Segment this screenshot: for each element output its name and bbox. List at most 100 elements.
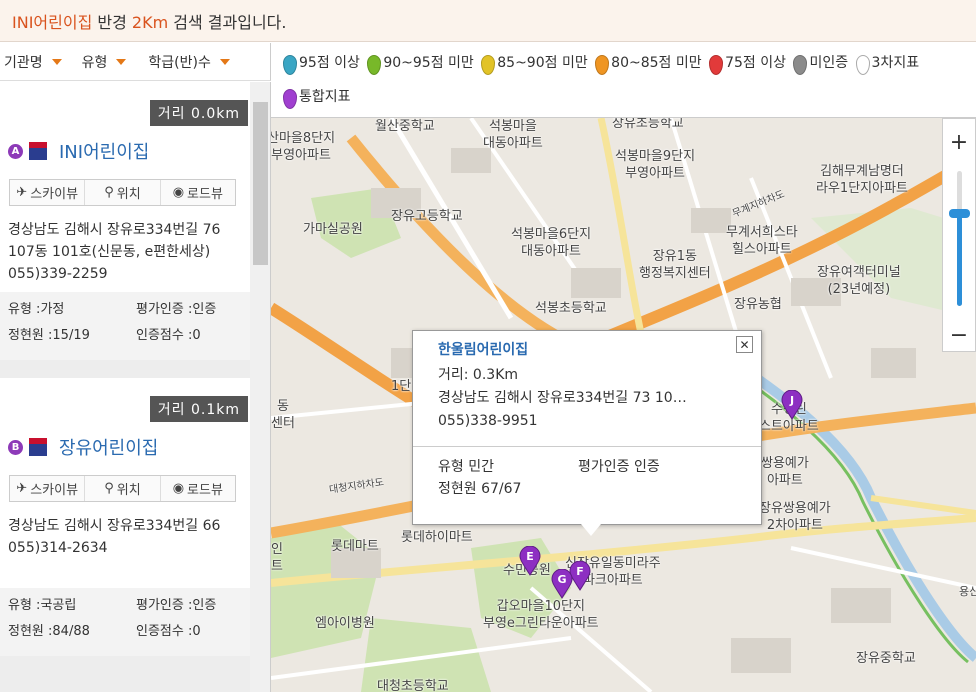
map-label: 가마실공원 <box>303 222 363 237</box>
roadview-label: 로드뷰 <box>187 187 223 202</box>
sort-by-classes-label: 학급(반)수 <box>148 54 211 71</box>
distance-badge: 거리 0.1km <box>149 396 248 422</box>
zoom-in-button[interactable]: + <box>943 126 975 158</box>
popup-tail <box>581 524 601 536</box>
close-icon[interactable]: ✕ <box>736 336 753 353</box>
popup-capacity: 정현원 67/67 <box>438 481 522 497</box>
phone-text: 055)339-2259 <box>8 266 108 282</box>
results-list: 거리 0.0km A INI어린이집 ✈ 스카이뷰 ⚲ 위치 ◉ 로드뷰 경상남도 김… <box>0 82 250 692</box>
map-marker-e[interactable]: E <box>519 546 541 576</box>
caret-down-icon <box>51 58 62 65</box>
white-pin-icon <box>855 55 870 75</box>
legend-label: 3차지표 <box>871 55 920 71</box>
cert-field: 평가인증 :인증 <box>136 596 246 622</box>
sort-bar: 기관명 유형 학급(반)수 <box>0 43 271 81</box>
zoom-slider-handle[interactable] <box>949 209 970 218</box>
public-emblem-icon <box>29 142 47 160</box>
red-pin-icon <box>709 55 724 75</box>
map-label: 석봉초등학교 <box>535 301 607 316</box>
type-label: 유형 : <box>8 302 41 317</box>
location-label: 위치 <box>116 187 141 202</box>
score-label: 인증점수 : <box>136 328 193 343</box>
score-value: 0 <box>192 328 201 343</box>
map-label: 갑오마을10단지 부영e그린타운아파트 <box>483 599 599 631</box>
legend-integrated: 통합지표 <box>283 83 351 111</box>
legend-90-95: 90~95점 미만 <box>367 49 474 77</box>
map-label: 롯데마트 <box>331 539 379 554</box>
search-result-header: INI어린이집 반경 2Km 검색 결과입니다. <box>0 0 976 42</box>
daycare-name-link[interactable]: INI어린이집 <box>59 138 149 164</box>
header-text-rest: 검색 결과입니다. <box>168 13 287 32</box>
map-label: 장유농협 <box>734 297 782 312</box>
popup-title[interactable]: 한울림어린이집 <box>438 339 761 362</box>
result-card: 거리 0.0km A INI어린이집 ✈ 스카이뷰 ⚲ 위치 ◉ 로드뷰 경상남도 김… <box>0 82 250 360</box>
green-pin-icon <box>367 55 382 75</box>
popup-phone: 055)338-9951 <box>438 413 538 429</box>
map-label: 장유1동 행정복지센터 <box>639 249 711 281</box>
location-label: 위치 <box>116 483 141 498</box>
capacity-label: 정현원 : <box>8 328 53 343</box>
popup-cert: 평가인증 인증 <box>578 459 660 475</box>
skyview-label: 스카이뷰 <box>30 187 79 202</box>
skyview-button[interactable]: ✈ 스카이뷰 <box>10 180 86 205</box>
map-label: 산마을8단지 부영아파트 <box>271 131 336 163</box>
type-value: 국공립 <box>40 598 77 613</box>
map-marker-g[interactable]: G <box>551 569 573 599</box>
cert-value: 인증 <box>192 302 217 317</box>
zoom-control: + − <box>942 118 976 352</box>
legend-label: 85~90점 미만 <box>497 55 588 71</box>
legend-85-90: 85~90점 미만 <box>481 49 588 77</box>
legend-label: 80~85점 미만 <box>611 55 702 71</box>
skyview-label: 스카이뷰 <box>30 483 79 498</box>
legend-75-plus: 75점 이상 <box>709 49 786 77</box>
location-button[interactable]: ⚲ 위치 <box>85 476 161 501</box>
map-label: 장유초등학교 <box>612 118 684 131</box>
score-field: 인증점수 :0 <box>136 622 246 648</box>
score-label: 인증점수 : <box>136 624 193 639</box>
map-marker-j[interactable]: J <box>781 390 803 420</box>
marker-letter: E <box>526 550 534 563</box>
public-emblem-icon <box>29 438 47 456</box>
map-label: 1단 <box>391 379 412 394</box>
legend-label: 90~95점 미만 <box>383 55 474 71</box>
caret-down-icon <box>116 58 127 65</box>
yellow-pin-icon <box>481 55 496 75</box>
map-label: 장유쌍용예가 2차아파트 <box>759 501 831 533</box>
capacity-field: 정현원 :15/19 <box>8 326 136 352</box>
cert-field: 평가인증 :인증 <box>136 300 246 326</box>
map-label: 롯데하이마트 <box>401 530 473 545</box>
map-label: 쌍용예가 아파트 <box>761 456 809 488</box>
gray-pin-icon <box>793 55 808 75</box>
header-text-mid: 반경 <box>92 13 132 32</box>
roadview-icon: ◉ <box>172 481 185 496</box>
sort-by-classes[interactable]: 학급(반)수 <box>142 52 235 72</box>
results-scrollbar[interactable] <box>250 82 271 692</box>
legend-label: 통합지표 <box>299 89 351 105</box>
legend-uncertified: 미인증 <box>793 49 848 77</box>
zoom-level-fill <box>957 214 962 306</box>
score-field: 인증점수 :0 <box>136 326 246 352</box>
capacity-value: 84/88 <box>52 624 90 639</box>
map-label: 엠아이병원 <box>315 616 375 631</box>
address-text: 경상남도 김해시 장유로334번길 76 107동 101호(신문동, e편한세… <box>8 222 221 260</box>
map-view[interactable]: 월산중학교 산마을8단지 부영아파트 석봉마을 대동아파트 장유초등학교 석봉마… <box>271 118 976 692</box>
skyview-button[interactable]: ✈ 스카이뷰 <box>10 476 86 501</box>
scrollbar-thumb[interactable] <box>253 102 268 265</box>
roadview-button[interactable]: ◉ 로드뷰 <box>160 476 235 501</box>
zoom-out-button[interactable]: − <box>943 319 975 351</box>
sort-by-name[interactable]: 기관명 <box>0 52 76 72</box>
popup-address: 경상남도 김해시 장유로334번길 73 10… <box>438 390 687 406</box>
location-button[interactable]: ⚲ 위치 <box>85 180 161 205</box>
map-label: 동 센터 <box>271 399 295 431</box>
airplane-icon: ✈ <box>16 481 28 496</box>
roadview-button[interactable]: ◉ 로드뷰 <box>160 180 235 205</box>
map-label: 대청초등학교 <box>377 679 449 692</box>
distance-badge: 거리 0.0km <box>149 100 248 126</box>
daycare-name-link[interactable]: 장유어린이집 <box>59 434 158 460</box>
marker-letter: F <box>576 565 584 578</box>
location-pin-icon: ⚲ <box>104 481 114 496</box>
popup-distance: 거리: 0.3Km <box>438 367 519 383</box>
type-label: 유형 : <box>8 598 41 613</box>
sort-by-type[interactable]: 유형 <box>76 52 143 72</box>
popup-type: 유형 민간 <box>438 459 494 475</box>
